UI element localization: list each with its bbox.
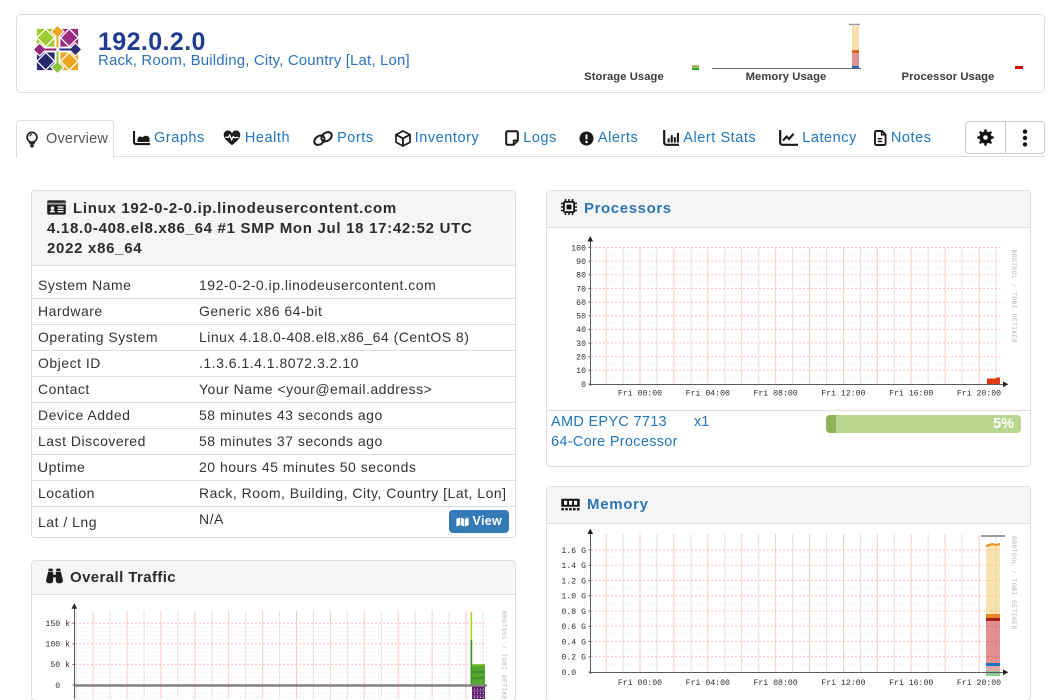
svg-text:0.2 G: 0.2 G xyxy=(561,654,586,663)
svg-text:Fri 16:00: Fri 16:00 xyxy=(889,678,933,688)
svg-text:Fri 20:00: Fri 20:00 xyxy=(957,678,1001,688)
svg-text:30: 30 xyxy=(576,340,586,349)
svg-text:Fri 12:00: Fri 12:00 xyxy=(821,678,865,688)
svg-text:150 k: 150 k xyxy=(45,619,70,629)
svg-text:0.0: 0.0 xyxy=(561,669,576,678)
svg-text:0.8 G: 0.8 G xyxy=(561,608,586,617)
svg-text:Fri 04:00: Fri 04:00 xyxy=(686,389,730,399)
svg-text:Fri 04:00: Fri 04:00 xyxy=(686,678,730,688)
svg-text:100 k: 100 k xyxy=(45,640,70,650)
svg-text:Fri 16:00: Fri 16:00 xyxy=(889,389,933,399)
svg-text:1.6 G: 1.6 G xyxy=(561,547,586,556)
svg-text:100: 100 xyxy=(571,244,586,253)
svg-text:20: 20 xyxy=(576,354,586,363)
svg-text:1.0 G: 1.0 G xyxy=(561,593,586,602)
svg-text:60: 60 xyxy=(576,299,586,308)
svg-text:70: 70 xyxy=(576,285,586,294)
svg-text:80: 80 xyxy=(576,272,586,281)
svg-text:1.4 G: 1.4 G xyxy=(561,562,586,571)
svg-text:Fri 08:00: Fri 08:00 xyxy=(753,678,797,688)
svg-text:50 k: 50 k xyxy=(50,660,70,670)
svg-text:0: 0 xyxy=(55,682,60,691)
svg-text:50: 50 xyxy=(576,313,586,322)
svg-text:RRDTOOL / TOBI OETIKER: RRDTOOL / TOBI OETIKER xyxy=(500,611,507,699)
svg-text:Fri 12:00: Fri 12:00 xyxy=(821,389,865,399)
svg-text:Fri 08:00: Fri 08:00 xyxy=(753,389,797,399)
svg-text:RRDTOOL / TOBI OETIKER: RRDTOOL / TOBI OETIKER xyxy=(1010,250,1017,344)
svg-text:40: 40 xyxy=(576,326,586,335)
svg-text:Fri 00:00: Fri 00:00 xyxy=(618,389,662,399)
svg-text:Fri 00:00: Fri 00:00 xyxy=(618,678,662,688)
svg-text:10: 10 xyxy=(576,367,586,376)
svg-text:1.2 G: 1.2 G xyxy=(561,577,586,586)
svg-text:Fri 20:00: Fri 20:00 xyxy=(957,389,1001,399)
svg-text:RRDTOOL / TOBI OETIKER: RRDTOOL / TOBI OETIKER xyxy=(1010,536,1017,630)
svg-text:90: 90 xyxy=(576,258,586,267)
svg-text:0.6 G: 0.6 G xyxy=(561,623,586,632)
svg-text:0: 0 xyxy=(581,381,586,390)
svg-text:0.4 G: 0.4 G xyxy=(561,638,586,647)
